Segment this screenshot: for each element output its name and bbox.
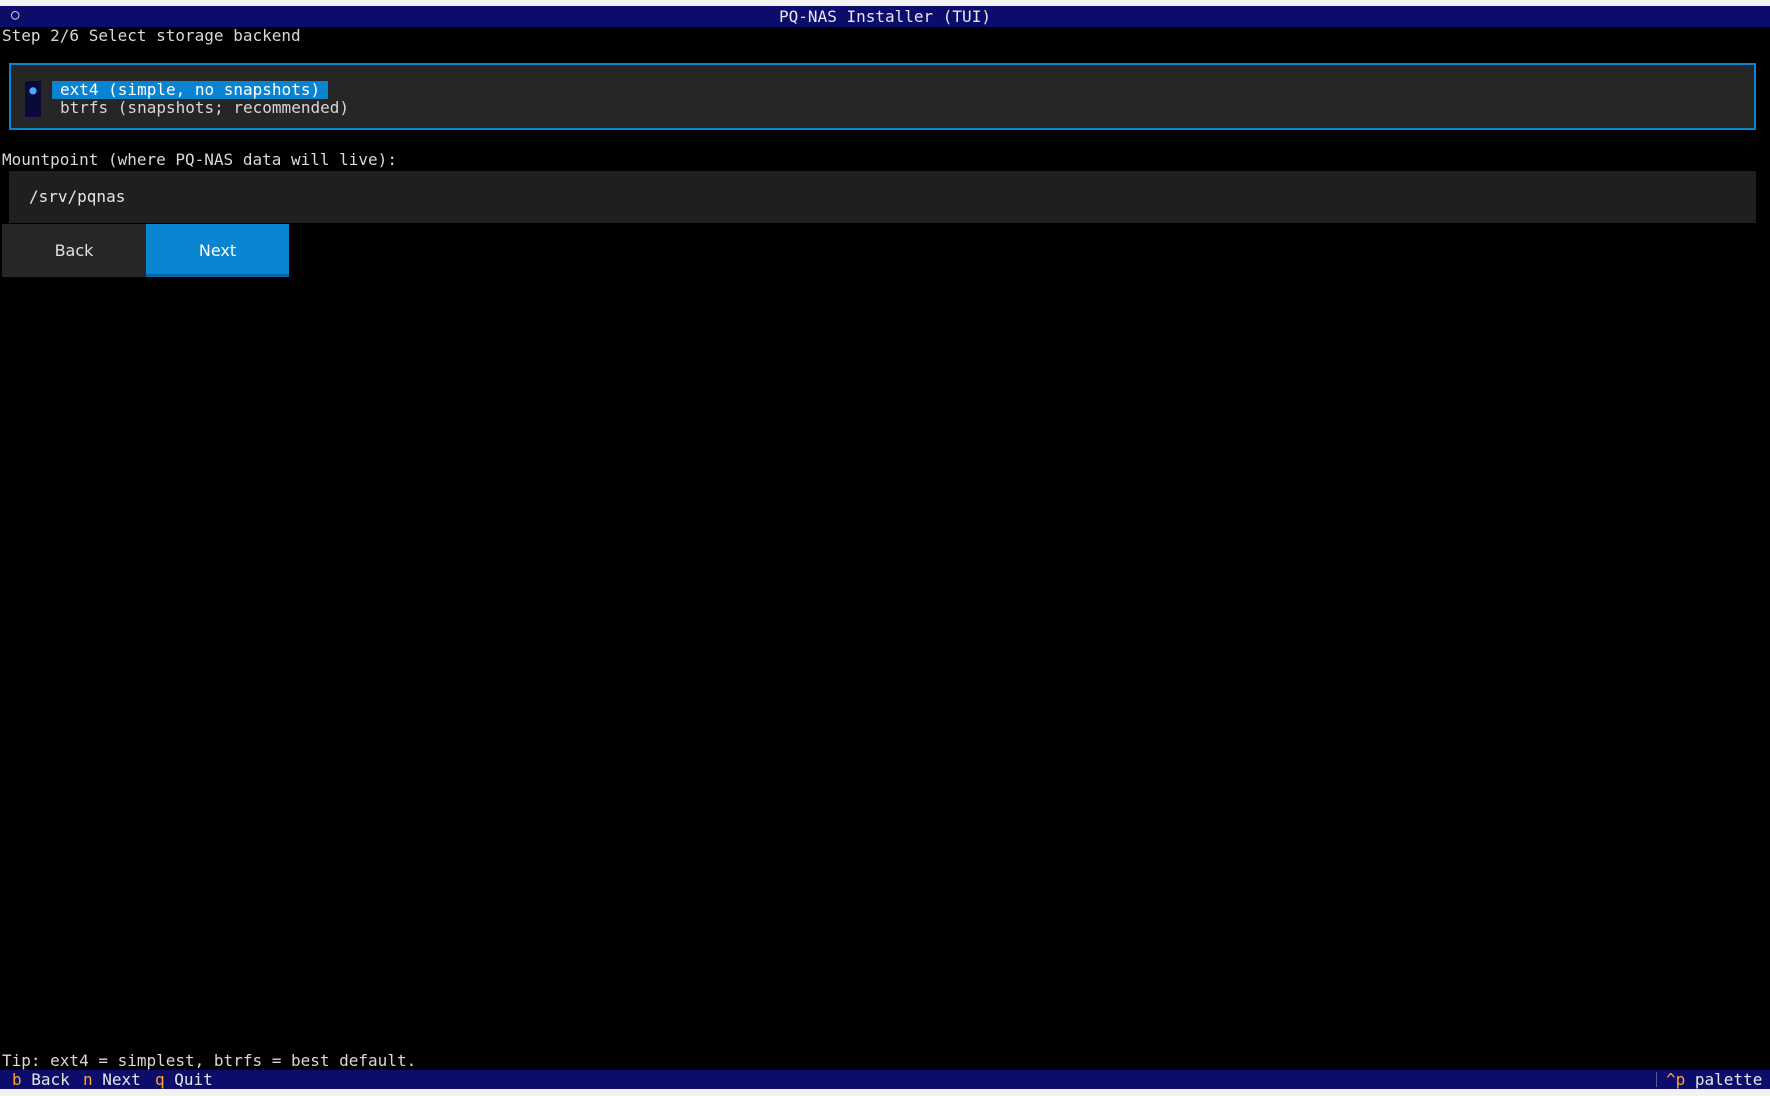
footer-key-palette[interactable]: ^p palette — [1666, 1070, 1762, 1089]
storage-backend-radioset[interactable]: ● ext4 (simple, no snapshots) btrfs (sna… — [9, 63, 1756, 130]
radio-unselected-icon[interactable] — [25, 99, 41, 117]
footer-keybar: b Back n Next q Quit ^p palette — [0, 1070, 1770, 1089]
title-bar: ○ PQ-NAS Installer (TUI) — [0, 6, 1770, 27]
mountpoint-label: Mountpoint (where PQ-NAS data will live)… — [2, 150, 397, 169]
bottom-strip — [0, 1089, 1770, 1096]
mountpoint-value: /srv/pqnas — [29, 187, 126, 206]
footer-key-back[interactable]: b Back — [12, 1070, 70, 1089]
footer-divider — [1656, 1072, 1657, 1087]
radio-selected-icon[interactable]: ● — [25, 81, 41, 99]
back-button[interactable]: Back — [2, 224, 146, 277]
tip-text: Tip: ext4 = simplest, btrfs = best defau… — [2, 1051, 417, 1070]
footer-key-quit[interactable]: q Quit — [155, 1070, 213, 1089]
step-heading: Step 2/6 Select storage backend — [2, 26, 301, 45]
window-title: PQ-NAS Installer (TUI) — [779, 7, 991, 26]
footer-key-next[interactable]: n Next — [83, 1070, 141, 1089]
radio-label-ext4: ext4 (simple, no snapshots) — [52, 81, 329, 99]
radio-label-btrfs: btrfs (snapshots; recommended) — [60, 98, 349, 117]
mountpoint-input[interactable]: /srv/pqnas — [9, 171, 1756, 223]
next-button[interactable]: Next — [146, 224, 289, 277]
